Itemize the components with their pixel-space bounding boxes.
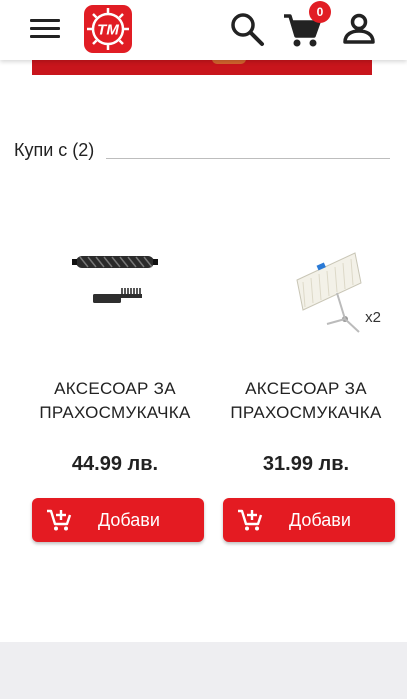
top-header: TM 0 <box>0 0 407 60</box>
add-to-cart-icon <box>47 509 72 531</box>
product-image[interactable]: x2 <box>231 225 381 350</box>
roller-brush-image <box>72 256 158 303</box>
section-divider <box>106 158 390 159</box>
search-button[interactable] <box>228 10 266 48</box>
footer-strip <box>0 642 407 699</box>
store-logo[interactable]: TM <box>84 5 132 53</box>
section-title: Купи с (2) <box>14 140 95 160</box>
filter-brush-image: x2 <box>296 252 381 333</box>
account-icon <box>343 13 375 44</box>
quantity-label: x2 <box>365 309 381 326</box>
add-button-label: Добави <box>98 510 160 530</box>
product-card[interactable]: АКСЕСОАР ЗА ПРАХОСМУКАЧКА 44.99 лв. Доба… <box>20 225 210 545</box>
add-to-cart-button[interactable]: Добави <box>32 498 204 542</box>
product-price: 31.99 лв. <box>262 453 350 475</box>
add-to-cart-button[interactable]: Добави <box>223 498 395 542</box>
product-name[interactable]: АКСЕСОАР ЗА ПРАХОСМУКАЧКА <box>211 377 401 425</box>
product-image[interactable] <box>40 225 190 350</box>
logo-text: TM <box>97 22 119 39</box>
product-name[interactable]: АКСЕСОАР ЗА ПРАХОСМУКАЧКА <box>20 377 210 425</box>
logo-emblem-icon: TM <box>87 8 129 50</box>
product-price: 44.99 лв. <box>71 453 159 475</box>
hamburger-menu-icon[interactable] <box>28 15 62 43</box>
product-card[interactable]: x2 АКСЕСОАР ЗА ПРАХОСМУКАЧКА 31.99 лв. Д… <box>211 225 401 545</box>
add-to-cart-icon <box>238 509 263 531</box>
account-button[interactable] <box>340 10 378 48</box>
cart-count-badge: 0 <box>309 1 331 23</box>
search-icon <box>231 13 264 46</box>
add-button-label: Добави <box>289 510 351 530</box>
